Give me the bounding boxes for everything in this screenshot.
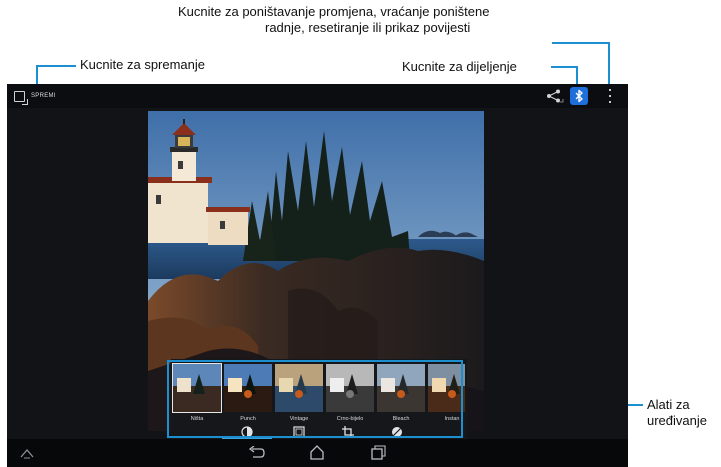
back-icon[interactable] bbox=[247, 446, 265, 460]
share-callout: Kucnite za dijeljenje bbox=[402, 59, 517, 74]
save-icon bbox=[14, 90, 28, 105]
overflow-menu-icon[interactable] bbox=[607, 89, 613, 103]
undo-callout-line2: radnje, resetiranje ili prikaz povijesti bbox=[265, 20, 471, 35]
save-button[interactable]: SPREMI bbox=[14, 88, 56, 105]
undo-leader-v bbox=[608, 42, 610, 89]
system-navigation-bar bbox=[7, 439, 628, 467]
action-bar: SPREMI bbox=[7, 84, 628, 108]
undo-leader-h bbox=[552, 42, 609, 44]
tools-callout-line2: uređivanje bbox=[647, 413, 707, 428]
tools-callout-line1: Alati za bbox=[647, 397, 690, 412]
home-icon[interactable] bbox=[309, 445, 325, 460]
save-leader-h bbox=[36, 65, 76, 67]
home-up-icon[interactable] bbox=[19, 447, 35, 459]
undo-callout-line1: Kucnite za poništavanje promjena, vraćan… bbox=[178, 4, 490, 19]
save-callout: Kucnite za spremanje bbox=[80, 57, 206, 72]
recent-apps-icon[interactable] bbox=[370, 445, 386, 460]
share-icon[interactable] bbox=[544, 88, 564, 104]
save-label: SPREMI bbox=[31, 93, 56, 99]
editing-tools-highlight bbox=[167, 360, 463, 438]
share-leader-h bbox=[551, 66, 577, 68]
bluetooth-share-button[interactable] bbox=[570, 87, 588, 105]
bluetooth-icon bbox=[575, 89, 583, 103]
